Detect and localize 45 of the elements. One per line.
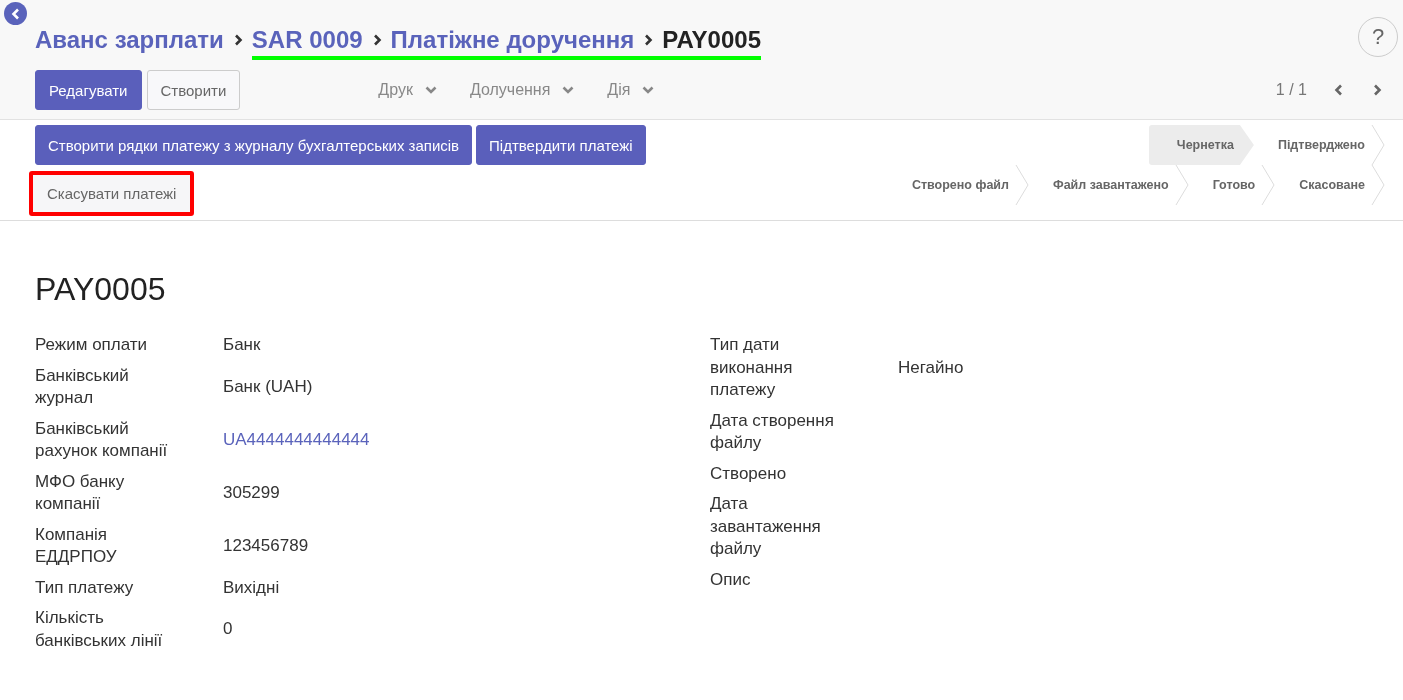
previous-button[interactable] bbox=[1333, 84, 1345, 96]
status-stage[interactable]: Чернетка bbox=[1148, 125, 1254, 165]
help-button[interactable]: ? bbox=[1358, 17, 1398, 57]
field-value: Негайно bbox=[898, 357, 964, 377]
dropdown-menu[interactable]: Друк bbox=[378, 81, 437, 99]
breadcrumb-link[interactable]: Платіжне доручення bbox=[390, 20, 635, 60]
field-value: 123456789 bbox=[223, 535, 309, 555]
chevron-right-icon bbox=[1371, 84, 1383, 96]
field-label: Режим оплати bbox=[35, 334, 149, 356]
dropdown-menu[interactable]: Долучення bbox=[469, 81, 575, 99]
breadcrumb-current: PAY0005 bbox=[662, 20, 761, 60]
create-lines-button[interactable]: Створити рядки платежу з журналу бухгалтерських записів bbox=[35, 125, 473, 165]
back-button[interactable] bbox=[4, 2, 27, 25]
pager-counter: 1 / 1 bbox=[1275, 81, 1307, 99]
chevron-down-icon bbox=[642, 84, 655, 96]
chevron-right-icon bbox=[642, 34, 655, 46]
cancel-payments-button[interactable]: Скасувати платежі bbox=[29, 171, 195, 216]
field-label: Банківський журнал bbox=[35, 364, 130, 409]
breadcrumb-link[interactable]: Аванс зарплати bbox=[35, 20, 224, 60]
create-button[interactable]: Створити bbox=[146, 70, 241, 110]
field-label: Тип дати виконання платежу bbox=[710, 334, 794, 401]
field-label: Створено bbox=[710, 462, 788, 485]
field-label: МФО банку компанії bbox=[35, 470, 126, 515]
field-label: Дата завантаження файлу bbox=[710, 493, 822, 560]
field-label: Опис bbox=[710, 568, 752, 591]
next-button[interactable] bbox=[1371, 84, 1383, 96]
field-label: Дата створення файлу bbox=[710, 409, 835, 454]
breadcrumb-link[interactable]: SAR 0009 bbox=[251, 20, 363, 60]
field-value: Банк (UAH) bbox=[223, 376, 313, 396]
field-label: Банківський рахунок компанії bbox=[35, 417, 169, 462]
field-value: 0 bbox=[223, 619, 233, 639]
chevron-left-icon bbox=[1333, 84, 1345, 96]
field-value: Вихідні bbox=[223, 577, 280, 597]
record-title: PAY0005 bbox=[35, 271, 167, 308]
edit-button[interactable]: Редагувати bbox=[35, 70, 142, 110]
chevron-down-icon bbox=[424, 84, 437, 96]
field-label: Компанія ЕДДРПОУ bbox=[35, 523, 118, 568]
field-label: Кількість банківських лінії bbox=[35, 607, 164, 652]
field-link[interactable]: UA4444444444444 bbox=[223, 429, 370, 449]
dropdown-menu[interactable]: Дія bbox=[607, 81, 655, 99]
field-value: Банк bbox=[223, 335, 261, 354]
confirm-button[interactable]: Підтвердити платежі bbox=[476, 125, 646, 165]
field-value: 305299 bbox=[223, 482, 280, 502]
field-label: Тип платежу bbox=[35, 576, 135, 599]
chevron-down-icon bbox=[562, 84, 575, 96]
